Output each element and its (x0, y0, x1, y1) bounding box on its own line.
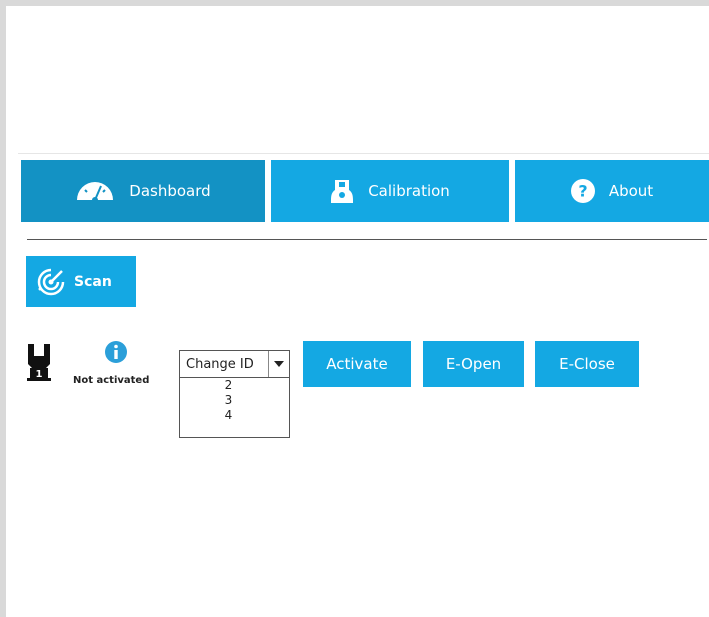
change-id-select[interactable]: Change ID (179, 350, 290, 378)
change-id-options: 2 3 4 (179, 378, 290, 438)
window-frame-left (0, 0, 6, 617)
gripper-id-badge: 1 (36, 369, 43, 380)
e-close-button[interactable]: E-Close (535, 341, 639, 387)
id-option[interactable]: 3 (180, 393, 289, 408)
scan-radar-icon (36, 267, 66, 297)
calibration-icon (330, 178, 354, 204)
gripper-icon: 1 (26, 344, 52, 386)
tab-about[interactable]: ? About (515, 160, 709, 222)
tab-calibration-label: Calibration (368, 182, 450, 200)
dashboard-gauge-icon (75, 181, 115, 201)
id-option[interactable]: 2 (180, 378, 289, 393)
e-open-button[interactable]: E-Open (423, 341, 524, 387)
info-icon (104, 340, 128, 368)
section-divider (27, 239, 707, 240)
window-frame-top (0, 0, 709, 6)
gripper-status-text: Not activated (73, 375, 150, 386)
tab-about-label: About (608, 182, 654, 200)
tab-dashboard[interactable]: Dashboard (21, 160, 265, 222)
svg-text:?: ? (578, 182, 587, 201)
scan-button[interactable]: Scan (26, 256, 136, 307)
scan-button-label: Scan (74, 273, 112, 290)
tab-dashboard-label: Dashboard (129, 182, 211, 200)
chevron-down-icon[interactable] (268, 351, 289, 377)
id-option[interactable]: 4 (180, 408, 289, 423)
help-question-icon: ? (570, 179, 595, 203)
activate-button[interactable]: Activate (303, 341, 411, 387)
tab-calibration[interactable]: Calibration (271, 160, 509, 222)
tabs-top-divider (18, 153, 709, 154)
change-id-value: Change ID (186, 356, 254, 372)
